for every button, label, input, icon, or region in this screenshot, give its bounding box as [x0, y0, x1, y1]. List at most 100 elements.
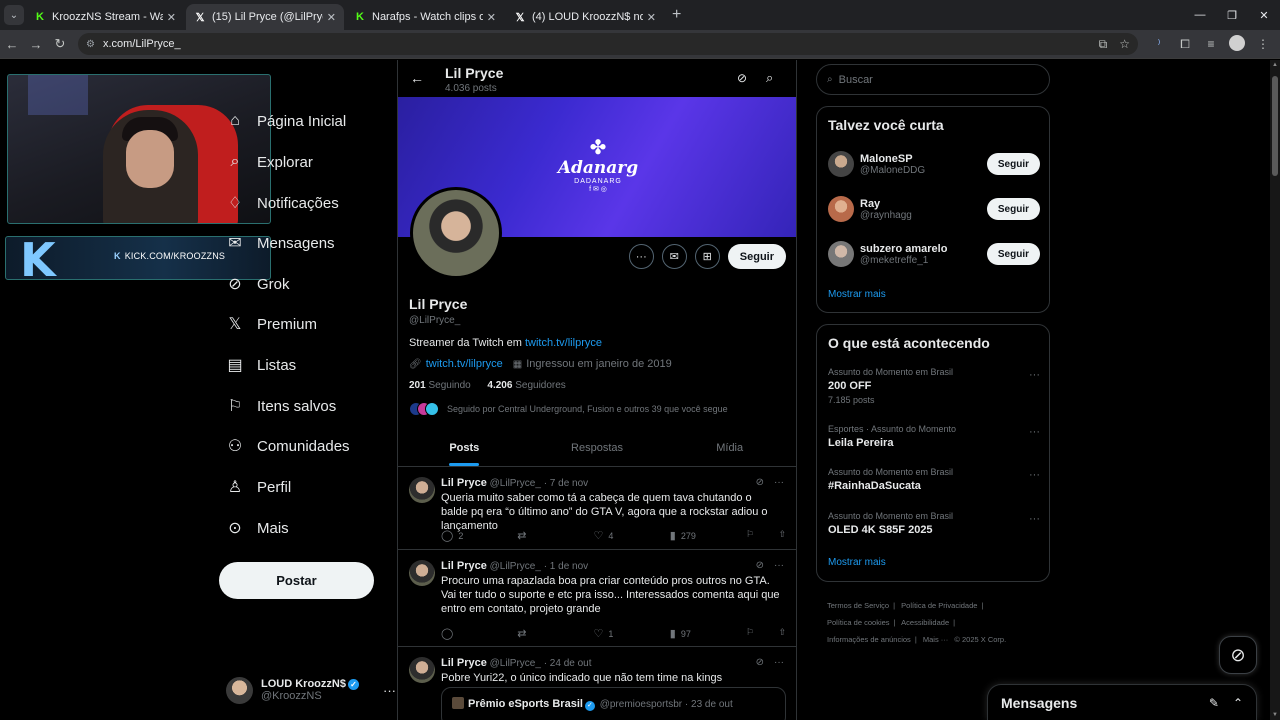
grok-icon[interactable]: ⊘	[756, 657, 764, 668]
nav-notifications[interactable]: ♢ Notificações	[226, 189, 339, 217]
more-dots-icon[interactable]: ···	[774, 657, 784, 668]
bookmark-icon[interactable]: ⚐	[746, 529, 754, 542]
follow-button[interactable]: Seguir	[727, 244, 786, 269]
like-button[interactable]: ♡ 1	[594, 627, 670, 640]
views-button[interactable]: ▮ 279	[670, 529, 746, 542]
trend-item[interactable]: Assunto do Momento em Brasil OLED 4K S85…	[828, 511, 1040, 536]
scroll-up-icon[interactable]: ▲	[1272, 62, 1278, 68]
more-dots-icon[interactable]: ···	[774, 560, 784, 571]
account-switcher[interactable]: LOUD KroozzN$ ✓ @KroozzNS ···	[226, 672, 396, 708]
tab-posts[interactable]: Posts	[398, 430, 531, 466]
messages-drawer[interactable]: Mensagens ✎ ⌃	[987, 684, 1257, 720]
site-info-icon[interactable]: ⚙	[86, 39, 95, 50]
profile-avatar[interactable]	[410, 187, 502, 279]
media-control-icon[interactable]: ≡	[1198, 37, 1224, 51]
browser-tab-4[interactable]: 𝕏 (4) LOUD KroozzN$ no X: "@wi ✕	[506, 4, 664, 30]
more-dots-icon[interactable]: ···	[1029, 369, 1040, 381]
retweet-button[interactable]: ⇄	[517, 627, 593, 640]
grok-icon[interactable]: ⊘	[756, 560, 764, 571]
bookmark-icon[interactable]: ⚐	[746, 627, 754, 640]
install-app-icon[interactable]: ⧉	[1099, 37, 1108, 52]
browser-tab-3[interactable]: K Narafps - Watch clips on Kick ✕	[346, 4, 504, 30]
followers-link[interactable]: 4.206 Seguidores	[487, 380, 565, 391]
nav-premium[interactable]: 𝕏 Premium	[226, 310, 317, 338]
tweet[interactable]: Lil Pryce @LilPryce_ · 1 de nov ⊘ ··· Pro…	[398, 550, 796, 647]
message-icon[interactable]: ✉	[661, 244, 687, 269]
minimize-icon[interactable]: —	[1184, 0, 1216, 30]
nav-bookmarks[interactable]: ⚐ Itens salvos	[226, 392, 336, 420]
back-arrow-icon[interactable]: ←	[410, 70, 424, 86]
more-dots-icon[interactable]: ···	[628, 244, 654, 269]
close-icon[interactable]: ✕	[167, 11, 176, 24]
nav-communities[interactable]: ⚇ Comunidades	[226, 432, 350, 460]
close-icon[interactable]: ✕	[327, 11, 336, 24]
share-icon[interactable]: ⇧	[778, 529, 786, 542]
nav-home[interactable]: ⌂ Página Inicial	[226, 107, 346, 135]
forward-icon[interactable]: →	[24, 37, 48, 52]
scroll-down-icon[interactable]: ▼	[1272, 712, 1278, 718]
tweet[interactable]: Lil Pryce @LilPryce_ · 7 de nov ⊘ ··· Que…	[398, 467, 796, 550]
search-input[interactable]: ⌕ Buscar	[816, 64, 1050, 95]
new-message-icon[interactable]: ✎	[1209, 696, 1219, 710]
bookmark-star-icon[interactable]: ☆	[1119, 37, 1130, 51]
expand-icon[interactable]: ⌃	[1233, 696, 1243, 710]
reload-icon[interactable]: ↻	[48, 36, 72, 52]
followed-by[interactable]: Seguido por Central Underground, Fusion …	[409, 402, 728, 416]
nav-grok[interactable]: ⊘ Grok	[226, 270, 289, 298]
bio-link[interactable]: twitch.tv/lilpryce	[525, 337, 602, 349]
trend-item[interactable]: Assunto do Momento em Brasil 200 OFF 7.1…	[828, 367, 1040, 405]
close-icon[interactable]: ✕	[487, 11, 496, 24]
more-dots-icon[interactable]: ···	[1029, 513, 1040, 525]
extensions-puzzle-icon[interactable]: ⧠	[1172, 37, 1198, 52]
page-scrollbar[interactable]: ▲ ▼	[1270, 60, 1280, 720]
show-more-link[interactable]: Mostrar mais	[828, 289, 886, 300]
like-button[interactable]: ♡ 4	[594, 529, 670, 542]
browser-tab-1[interactable]: K KroozzNS Stream - Watch Live ✕	[26, 4, 184, 30]
follow-button[interactable]: Seguir	[986, 153, 1040, 175]
more-dots-icon[interactable]: ···	[1029, 469, 1040, 481]
nav-messages[interactable]: ✉ Mensagens	[226, 229, 334, 257]
subscribe-icon[interactable]: ⊞	[694, 244, 720, 269]
retweet-button[interactable]: ⇄	[517, 529, 593, 542]
tab-media[interactable]: Mídia	[663, 430, 796, 466]
address-bar[interactable]: ⚙ x.com/LilPryce_ ⧉ ☆	[78, 33, 1138, 55]
trend-item[interactable]: Esportes · Assunto do Momento Leila Pere…	[828, 424, 1040, 449]
nav-more[interactable]: ⊙ Mais	[226, 514, 288, 542]
tab-search-button[interactable]: ⌄	[4, 5, 24, 25]
grok-icon[interactable]: ⊘	[737, 71, 747, 85]
suggestion-item[interactable]: subzero amarelo @meketreffe_1 Seguir	[828, 236, 1040, 272]
profile-avatar[interactable]	[1224, 34, 1250, 54]
more-dots-icon[interactable]: ···	[774, 477, 784, 488]
follow-button[interactable]: Seguir	[986, 198, 1040, 220]
new-tab-button[interactable]: +	[672, 6, 681, 24]
show-more-link[interactable]: Mostrar mais	[828, 557, 886, 568]
views-button[interactable]: ▮ 97	[670, 627, 746, 640]
trend-item[interactable]: Assunto do Momento em Brasil #RainhaDaSu…	[828, 467, 1040, 492]
back-icon[interactable]: ←	[0, 37, 24, 52]
more-dots-icon[interactable]: ···	[1029, 426, 1040, 438]
extension-icon[interactable]: ⁾	[1146, 37, 1172, 51]
tweet[interactable]: Lil Pryce @LilPryce_ · 24 de out ⊘ ··· Po…	[398, 647, 796, 720]
nav-explore[interactable]: ⌕ Explorar	[226, 148, 313, 176]
nav-lists[interactable]: ▤ Listas	[226, 351, 296, 379]
grok-floating-button[interactable]: ⊘	[1219, 636, 1257, 674]
reply-button[interactable]: ◯	[441, 627, 517, 640]
search-icon[interactable]: ⌕	[766, 70, 773, 86]
suggestion-item[interactable]: MaloneSP @MaloneDDG Seguir	[828, 146, 1040, 182]
close-window-icon[interactable]: ✕	[1248, 0, 1280, 30]
maximize-icon[interactable]: ❐	[1216, 0, 1248, 30]
following-link[interactable]: 201 Seguindo	[409, 380, 471, 391]
post-button[interactable]: Postar	[219, 562, 374, 599]
grok-icon[interactable]: ⊘	[756, 477, 764, 488]
website-link[interactable]: twitch.tv/lilpryce	[426, 358, 503, 370]
scrollbar-thumb[interactable]	[1272, 76, 1278, 176]
suggestion-item[interactable]: Ray @raynhagg Seguir	[828, 191, 1040, 227]
reply-button[interactable]: ◯ 2	[441, 529, 517, 542]
quoted-tweet[interactable]: Prêmio eSports Brasil ✓ @premioesportsbr …	[441, 687, 786, 720]
share-icon[interactable]: ⇧	[778, 627, 786, 640]
browser-menu-icon[interactable]: ⋮	[1250, 37, 1276, 51]
browser-tab-2[interactable]: 𝕏 (15) Lil Pryce (@LilPryce_) / X ✕	[186, 4, 344, 30]
more-dots-icon[interactable]: ···	[383, 683, 396, 698]
tab-replies[interactable]: Respostas	[531, 430, 664, 466]
nav-profile[interactable]: ♙ Perfil	[226, 473, 291, 501]
